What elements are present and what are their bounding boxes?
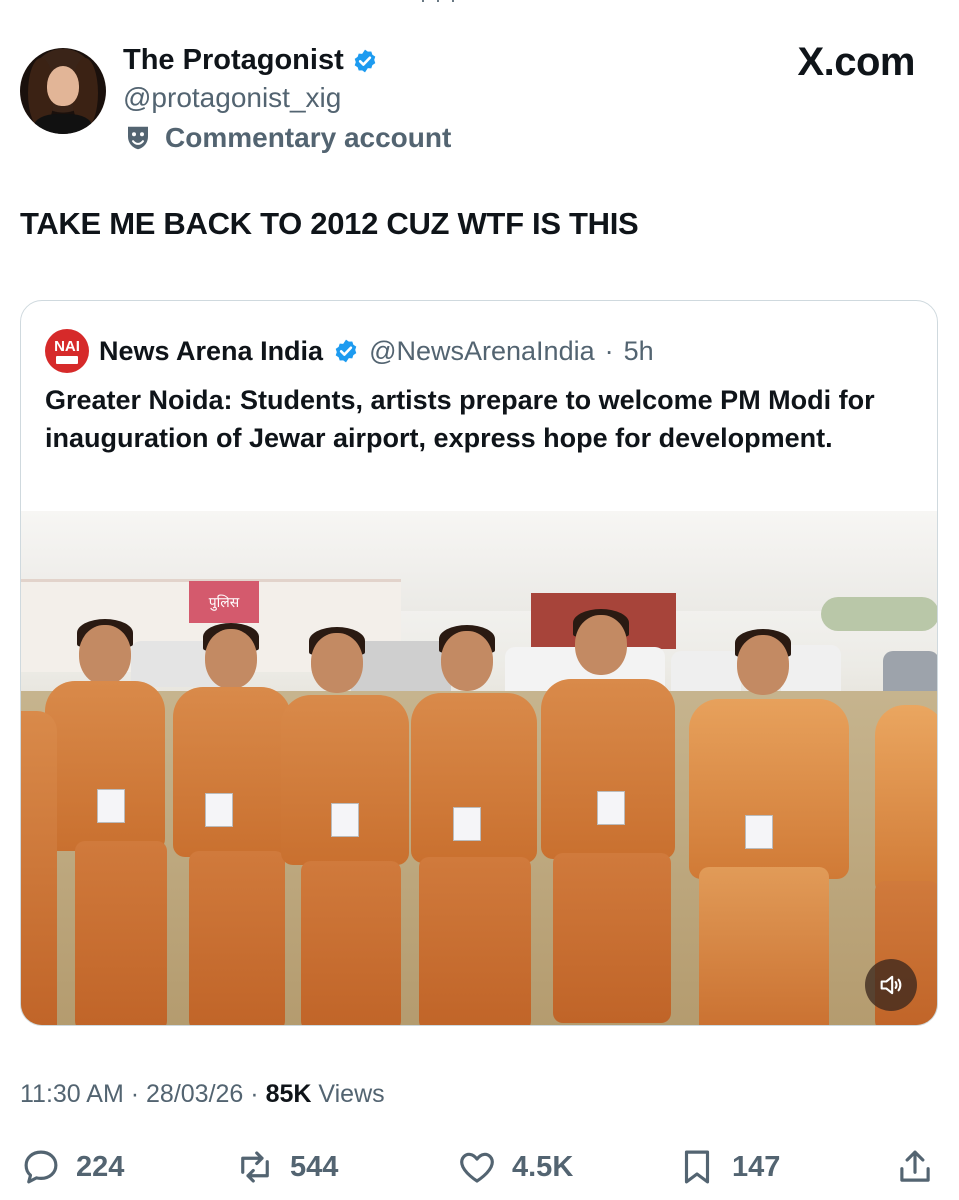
reply-icon (24, 1150, 58, 1184)
share-icon (900, 1150, 930, 1182)
heart-icon (460, 1152, 494, 1183)
repost-icon (241, 1151, 269, 1183)
bookmark-icon (684, 1150, 710, 1184)
author-name-row[interactable]: The Protagonist (123, 44, 378, 77)
tweet-text: TAKE ME BACK TO 2012 CUZ WTF IS THIS (20, 206, 639, 241)
views-count: 85K (265, 1080, 312, 1108)
reply-count: 224 (76, 1150, 125, 1183)
meta-separator: · (250, 1080, 259, 1108)
repost-count: 544 (290, 1150, 339, 1183)
quoted-tweet-text: Greater Noida: Students, artists prepare… (45, 385, 875, 453)
quoted-author-name[interactable]: News Arena India (99, 336, 323, 367)
brand-watermark: X.com (797, 40, 915, 84)
reply-button[interactable]: 224 (20, 1146, 124, 1188)
speaker-muted-icon (880, 975, 902, 995)
repost-button[interactable]: 544 (234, 1146, 338, 1188)
background-trees (821, 597, 937, 631)
like-button[interactable]: 4.5K (456, 1146, 573, 1188)
unmute-button[interactable] (865, 959, 917, 1011)
author-avatar[interactable] (20, 48, 106, 134)
quoted-verified-badge-icon (335, 339, 357, 363)
news-arena-india-logo[interactable]: NAI (45, 329, 89, 373)
bookmark-button[interactable]: 147 (676, 1146, 780, 1188)
author-display-name[interactable]: The Protagonist (123, 44, 344, 77)
quoted-author-handle[interactable]: @NewsArenaIndia (369, 336, 595, 367)
police-sign: पुलिस (189, 581, 259, 623)
author-handle[interactable]: @protagonist_xig (123, 82, 341, 114)
tweet-time[interactable]: 11:30 AM (20, 1080, 124, 1108)
quoted-tweet-header: NAI News Arena India @NewsArenaIndia · 5… (45, 329, 654, 373)
quoted-tweet-card[interactable]: NAI News Arena India @NewsArenaIndia · 5… (20, 300, 938, 1026)
like-count: 4.5K (512, 1150, 574, 1183)
commentary-account-label: Commentary account (123, 122, 451, 154)
tweet-action-bar: 224 544 4.5K 147 (20, 1140, 940, 1196)
previous-content-cutoff: · · · (0, 0, 959, 8)
share-button[interactable] (894, 1146, 936, 1188)
meta-separator: · (130, 1080, 140, 1108)
quoted-separator: · (604, 335, 614, 366)
quoted-age[interactable]: 5h (624, 336, 654, 367)
verified-badge-icon (354, 49, 376, 72)
bookmark-count: 147 (732, 1150, 781, 1183)
commentary-label-text: Commentary account (165, 122, 452, 153)
tweet-date[interactable]: 28/03/26 (146, 1080, 243, 1108)
theater-mask-icon (128, 126, 148, 150)
quoted-video-media[interactable]: पुलिस (21, 511, 937, 1025)
tweet-meta: 11:30 AM · 28/03/26 · 85K Views (20, 1080, 385, 1109)
views-label: Views (318, 1080, 385, 1108)
